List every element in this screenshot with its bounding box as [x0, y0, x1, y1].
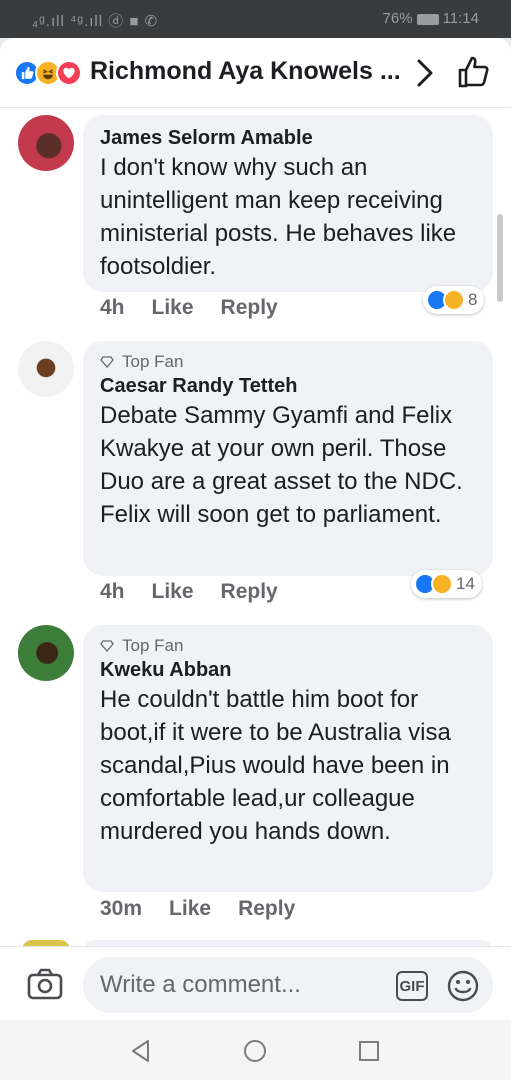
gif-button[interactable]: GIF: [396, 971, 428, 1001]
comment-actions: 4h Like Reply: [100, 580, 305, 604]
comment-placeholder: Write a comment...: [100, 971, 301, 998]
haha-reaction-icon: [443, 289, 465, 311]
clock: 11:14: [442, 10, 479, 27]
comment-author[interactable]: James Selorm Amable: [100, 125, 477, 151]
android-nav-bar: [0, 1020, 511, 1080]
sheet-header: Richmond Aya Knowels ...: [0, 38, 511, 108]
reaction-summary[interactable]: [14, 60, 86, 86]
haha-reaction-icon: [431, 573, 453, 595]
comment-time: 4h: [100, 296, 125, 319]
reply-link[interactable]: Reply: [221, 580, 278, 604]
comment-text: I don't know why such an unintelligent m…: [100, 154, 457, 280]
top-fan-label: Top Fan: [122, 352, 184, 371]
back-icon[interactable]: [128, 1038, 154, 1064]
status-right: 76% 11:14: [383, 10, 479, 27]
reply-link[interactable]: Reply: [221, 296, 278, 320]
reaction-count: 14: [456, 574, 475, 593]
like-link[interactable]: Like: [152, 296, 194, 320]
status-icons: ₄ᵍ.ıll ⁴ᵍ.ıll ⓓ ■ ✆: [32, 13, 159, 30]
reaction-count: 8: [468, 290, 478, 309]
smiley-icon[interactable]: [446, 969, 480, 1003]
top-fan-badge: Top Fan: [100, 351, 477, 373]
top-fan-badge: Top Fan: [100, 635, 477, 657]
post-title[interactable]: Richmond Aya Knowels ...: [90, 57, 401, 86]
reaction-count-badge[interactable]: 8: [423, 286, 485, 314]
reply-link[interactable]: Reply: [238, 897, 295, 921]
comment-actions: 30m Like Reply: [100, 897, 322, 921]
comment-input[interactable]: Write a comment... GIF: [83, 957, 493, 1013]
top-fan-label: Top Fan: [122, 636, 184, 655]
avatar[interactable]: [18, 625, 74, 681]
home-icon[interactable]: [242, 1038, 268, 1064]
battery-icon: [416, 13, 439, 25]
chevron-right-icon[interactable]: [410, 56, 440, 90]
comment-actions: 4h Like Reply: [100, 296, 305, 320]
comment-time: 30m: [100, 897, 143, 920]
thumbs-up-outline-icon[interactable]: [456, 54, 492, 90]
like-link[interactable]: Like: [169, 897, 211, 921]
like-link[interactable]: Like: [152, 580, 194, 604]
battery-percent: 76%: [382, 10, 413, 27]
diamond-icon: [100, 356, 114, 368]
comment-bubble: James Selorm Amable I don't know why suc…: [83, 115, 493, 292]
reaction-count-badge[interactable]: 14: [411, 570, 482, 598]
comment-bubble: Top Fan Caesar Randy Tetteh Debate Sammy…: [83, 341, 493, 576]
comment-author[interactable]: Kweku Abban: [100, 657, 477, 683]
comments-sheet: Richmond Aya Knowels ... James Selorm Am…: [0, 38, 511, 1020]
love-reaction-icon: [56, 60, 82, 86]
comment-author[interactable]: Caesar Randy Tetteh: [100, 373, 477, 399]
comment-text: He couldn't battle him boot for boot,if …: [100, 686, 451, 845]
avatar[interactable]: [18, 115, 74, 171]
comment-text: Debate Sammy Gyamfi and Felix Kwakye at …: [100, 402, 463, 528]
diamond-icon: [100, 640, 114, 652]
status-bar: ₄ᵍ.ıll ⁴ᵍ.ıll ⓓ ■ ✆ 76% 11:14: [0, 0, 511, 38]
comment-composer: Write a comment... GIF: [0, 946, 511, 1020]
scrollbar[interactable]: [497, 214, 503, 302]
comment-bubble: Top Fan Kweku Abban He couldn't battle h…: [83, 625, 493, 892]
avatar[interactable]: [18, 341, 74, 397]
comment-time: 4h: [100, 580, 125, 603]
recent-apps-icon[interactable]: [356, 1038, 382, 1064]
camera-icon[interactable]: [26, 967, 64, 1001]
